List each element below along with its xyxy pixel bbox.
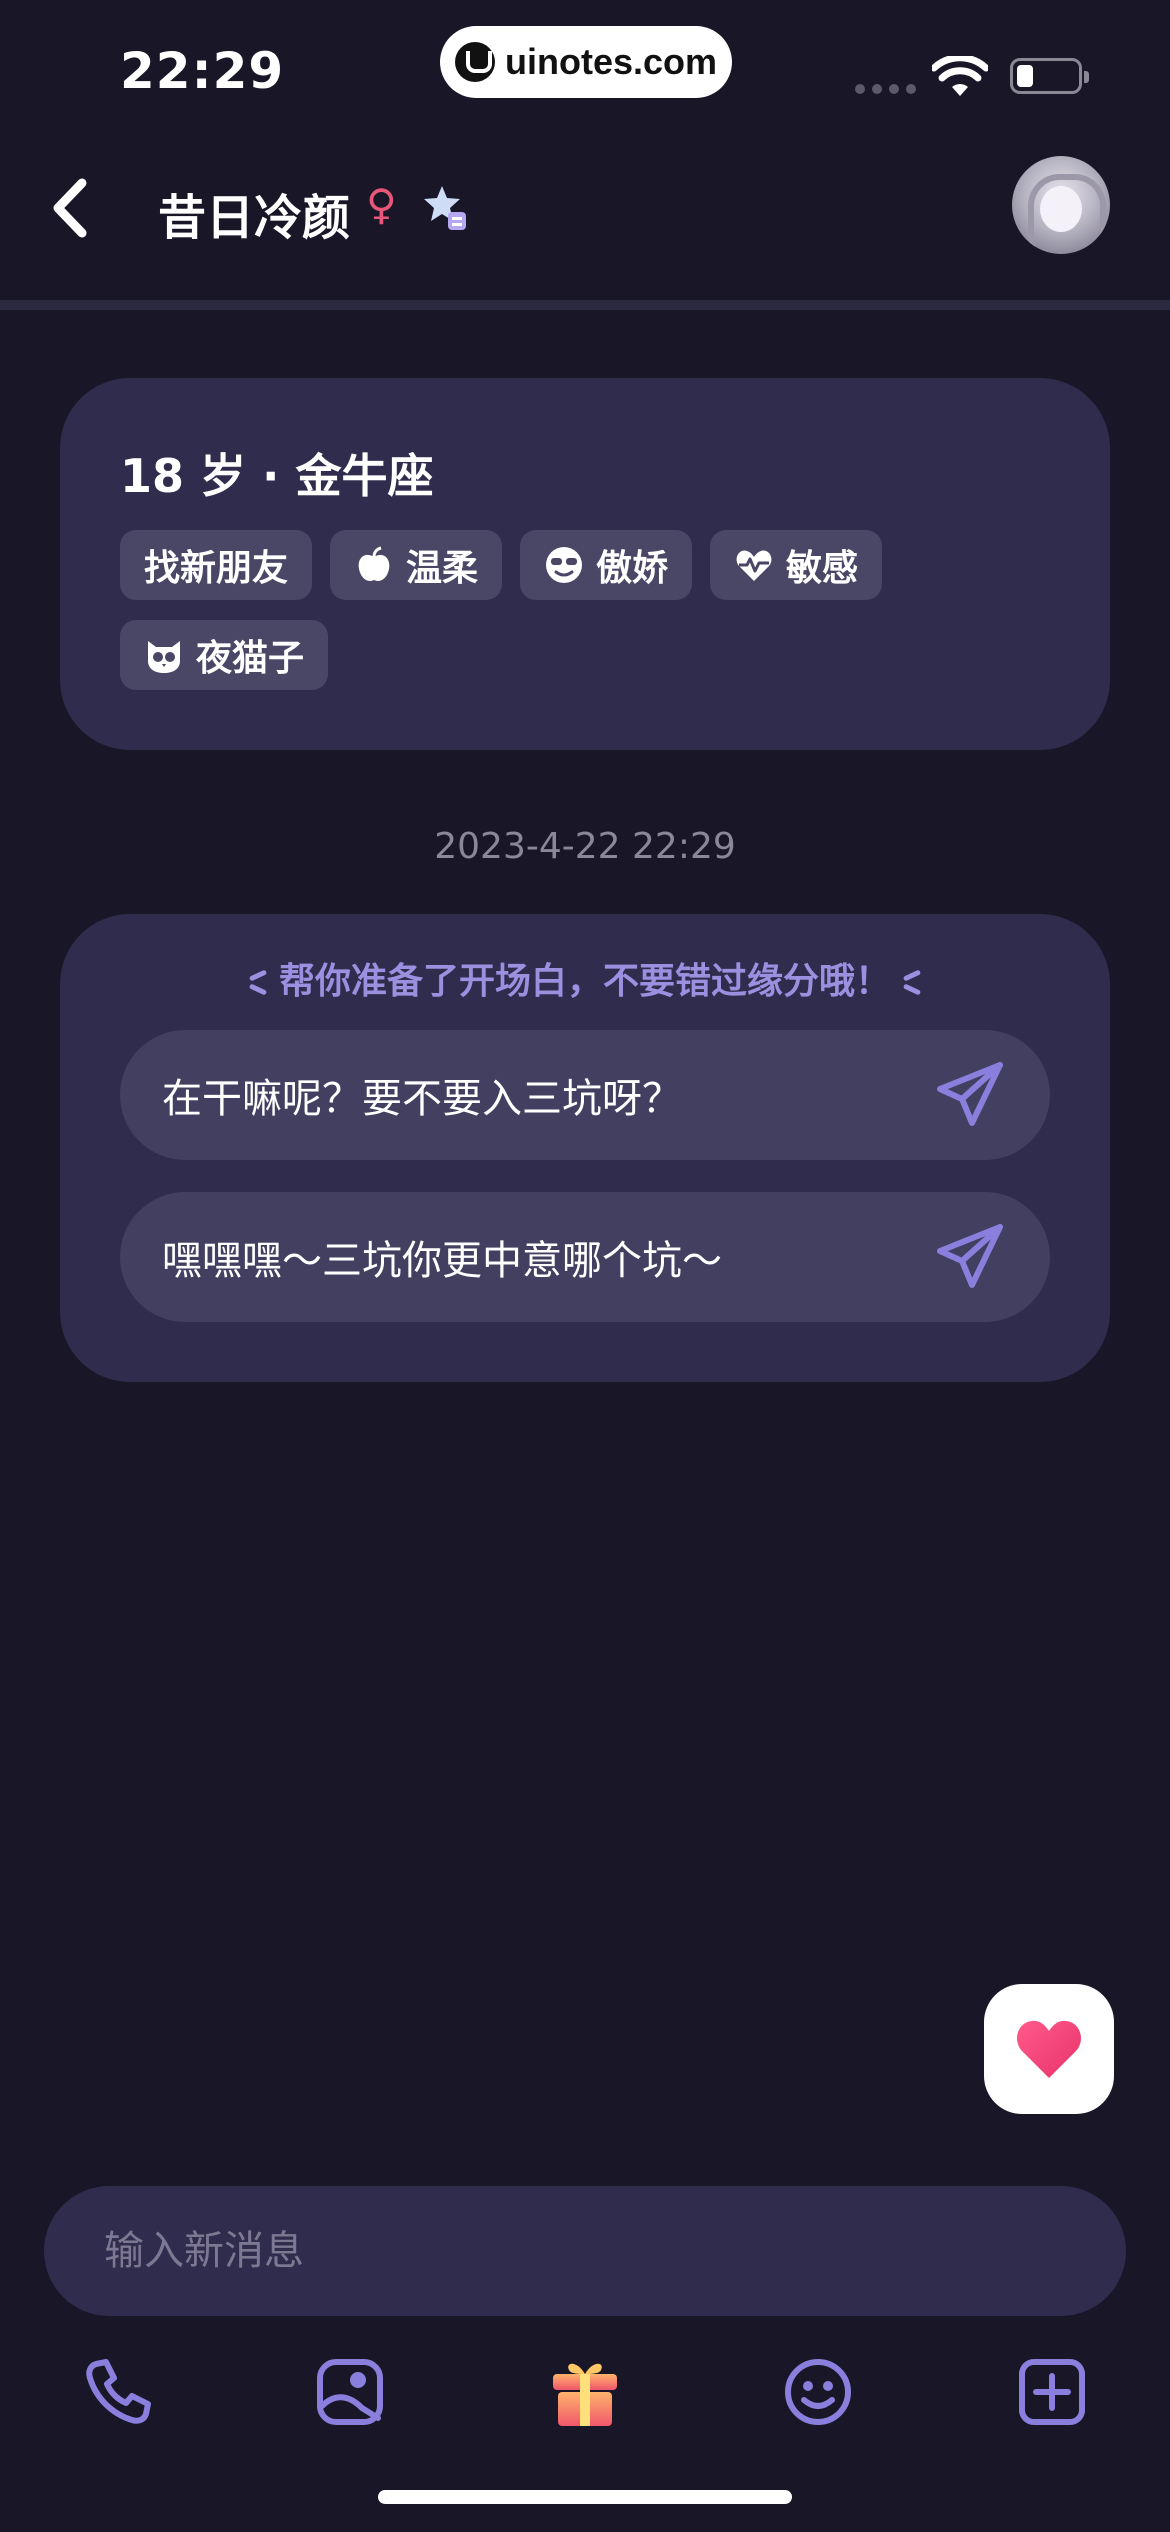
header-divider — [0, 300, 1170, 310]
tag-item: 夜猫子 — [120, 620, 329, 690]
call-button[interactable] — [72, 2346, 164, 2438]
tag-label: 找新朋友 — [144, 548, 289, 589]
gift-button[interactable] — [539, 2346, 631, 2438]
gift-icon — [553, 2363, 617, 2426]
owl-icon — [148, 641, 180, 673]
emoji-button[interactable] — [772, 2346, 864, 2438]
message-input[interactable] — [44, 2186, 1126, 2316]
sparkle-left-icon — [247, 965, 269, 1001]
more-button[interactable] — [1006, 2346, 1098, 2438]
profile-summary: 18 岁 · 金牛座 — [120, 449, 434, 503]
battery-icon — [1010, 58, 1089, 94]
opener-hint: 帮你准备了开场白，不要错过缘分哦！ — [0, 952, 1170, 1004]
chat-timestamp: 2023-4-22 22:29 — [434, 826, 736, 867]
watermark-logo-icon — [454, 42, 495, 82]
image-icon — [317, 2359, 383, 2425]
apple-icon — [358, 546, 390, 581]
phone-icon — [86, 2359, 151, 2424]
tag-item: 傲娇 — [520, 530, 693, 600]
tag-item: 找新朋友 — [120, 530, 313, 600]
back-button[interactable] — [40, 170, 100, 246]
opener-text: 嘿嘿嘿～三坑你更中意哪个坑～ — [162, 1238, 722, 1284]
tag-label: 温柔 — [406, 548, 479, 589]
home-indicator[interactable] — [378, 2490, 792, 2504]
opener-option[interactable]: 嘿嘿嘿～三坑你更中意哪个坑～ — [120, 1192, 1050, 1322]
tag-item: 温柔 — [330, 530, 503, 600]
watermark: uinotes.com — [440, 26, 732, 98]
emoji-icon — [785, 2359, 851, 2425]
opener-hint-text: 帮你准备了开场白，不要错过缘分哦！ — [278, 961, 891, 1002]
tags-row: 找新朋友 温柔 傲娇 敏感 — [120, 530, 883, 600]
bottom-toolbar — [0, 2346, 1170, 2438]
page-title: 昔日冷颜 — [158, 190, 351, 246]
tag-label: 傲娇 — [596, 548, 669, 589]
like-button[interactable] — [984, 1984, 1114, 2114]
heart-icon — [1017, 2020, 1081, 2078]
plus-icon — [1019, 2359, 1085, 2425]
cool-face-icon — [546, 547, 583, 583]
gender-female-icon: ♀ — [366, 180, 397, 229]
send-icon[interactable] — [930, 1217, 1010, 1297]
send-icon[interactable] — [930, 1055, 1010, 1135]
avatar[interactable] — [1012, 156, 1110, 254]
status-time: 22:29 — [120, 42, 285, 100]
opener-text: 在干嘛呢？要不要入三坑呀？ — [162, 1076, 682, 1122]
star-badge-icon — [424, 186, 466, 230]
watermark-text: uinotes.com — [504, 41, 718, 82]
opener-option[interactable]: 在干嘛呢？要不要入三坑呀？ — [120, 1030, 1050, 1160]
tag-item: 敏感 — [710, 530, 883, 600]
tag-label: 夜猫子 — [196, 638, 305, 679]
tag-label: 敏感 — [786, 548, 859, 589]
cellular-signal-icon — [855, 84, 916, 94]
wifi-icon — [932, 56, 988, 96]
tags-row: 夜猫子 — [120, 620, 329, 690]
back-chevron-icon — [53, 178, 87, 238]
sparkle-right-icon — [901, 965, 923, 1001]
photo-button[interactable] — [304, 2346, 396, 2438]
heartbeat-icon — [736, 550, 772, 581]
